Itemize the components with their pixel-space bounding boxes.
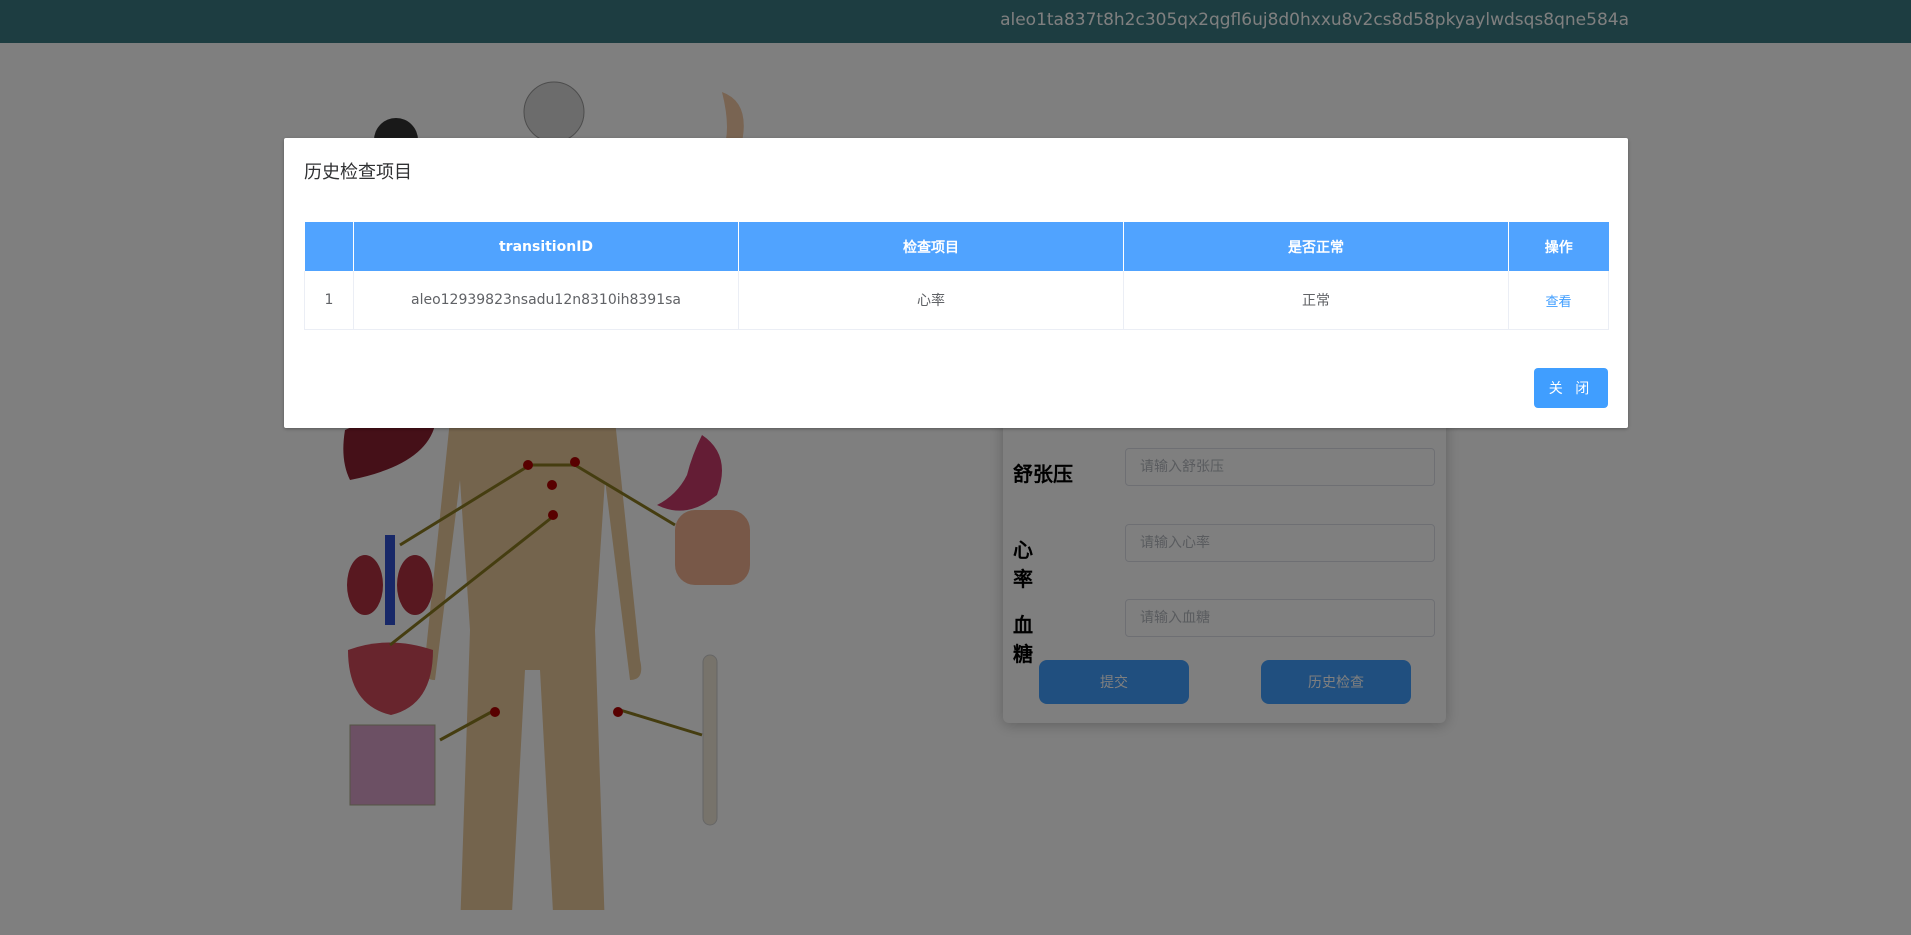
row-normal: 正常 <box>1123 271 1509 330</box>
column-header-action: 操作 <box>1508 222 1609 271</box>
view-link[interactable]: 查看 <box>1508 271 1609 330</box>
close-button[interactable]: 关 闭 <box>1534 368 1608 408</box>
row-index: 1 <box>304 271 354 330</box>
column-header-item[interactable]: 检查项目 <box>738 222 1124 271</box>
table-row: 1 aleo12939823nsadu12n8310ih8391sa 心率 正常… <box>304 271 1609 330</box>
history-dialog: 历史检查项目 transitionID 检查项目 是否正常 操作 1 aleo1… <box>284 138 1628 428</box>
row-item: 心率 <box>738 271 1124 330</box>
dialog-title: 历史检查项目 <box>304 162 412 183</box>
history-table: transitionID 检查项目 是否正常 操作 1 aleo12939823… <box>304 222 1609 330</box>
table-header-row: transitionID 检查项目 是否正常 操作 <box>304 222 1609 271</box>
row-transition-id: aleo12939823nsadu12n8310ih8391sa <box>353 271 739 330</box>
column-header-normal[interactable]: 是否正常 <box>1123 222 1509 271</box>
column-header-index <box>304 222 354 271</box>
column-header-transition-id[interactable]: transitionID <box>353 222 739 271</box>
